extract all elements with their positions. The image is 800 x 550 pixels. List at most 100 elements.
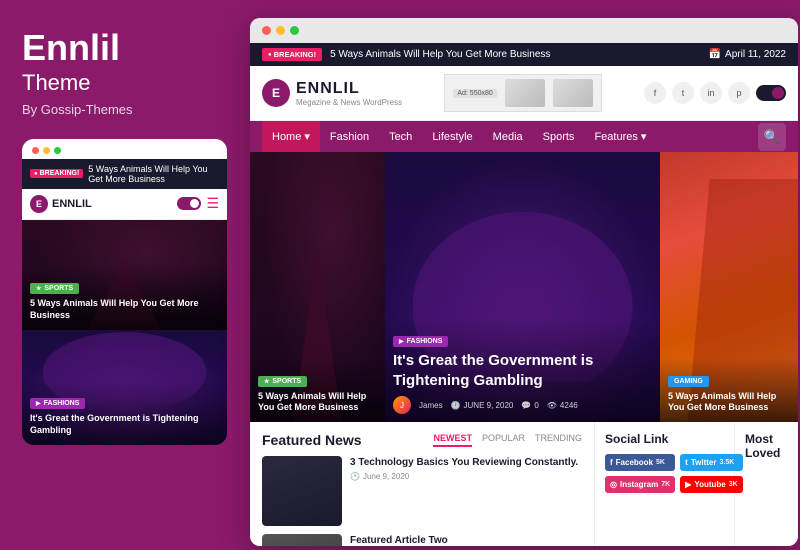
news-thumb-2 — [262, 534, 342, 546]
mobile-sports-title: 5 Ways Animals Will Help You Get More Bu… — [30, 298, 219, 321]
right-article-overlay: GAMING 5 Ways Animals Will Help You Get … — [660, 358, 798, 422]
ad-thumbnail — [505, 79, 545, 107]
site-logo-sub: Megazine & News WordPress — [296, 98, 402, 107]
instagram-count: 7K — [661, 481, 670, 488]
news-item-title-2: Featured Article Two — [350, 534, 582, 546]
social-links-grid: f Facebook 5K t Twitter 3.5K ◎ Instagram… — [605, 454, 724, 493]
featured-article-center[interactable]: FASHIONS It's Great the Government is Ti… — [385, 152, 660, 422]
mobile-breaking-bar: BREAKING! 5 Ways Animals Will Help You G… — [22, 159, 227, 189]
mobile-logo: E ENNLIL — [30, 195, 92, 213]
search-button[interactable]: 🔍 — [758, 123, 786, 151]
twitter-label: Twitter — [691, 458, 717, 467]
browser-dot-red[interactable] — [262, 26, 271, 35]
nav-features[interactable]: Features ▾ — [584, 121, 656, 152]
right-article-title: 5 Ways Animals Will Help You Get More Bu… — [668, 391, 790, 414]
dark-mode-toggle[interactable] — [756, 85, 786, 101]
ad-thumbnail-2 — [553, 79, 593, 107]
browser-dot-yellow[interactable] — [276, 26, 285, 35]
news-item-title-1: 3 Technology Basics You Reviewing Consta… — [350, 456, 582, 469]
featured-article-left[interactable]: SPORTS 5 Ways Animals Will Help You Get … — [250, 152, 385, 422]
facebook-label: Facebook — [616, 458, 653, 467]
breaking-badge: BREAKING! — [262, 48, 322, 61]
mobile-fashions-overlay: FASHIONS It's Great the Government is Ti… — [22, 380, 227, 444]
nav-home[interactable]: Home ▾ — [262, 121, 320, 152]
featured-article-right[interactable]: GAMING 5 Ways Animals Will Help You Get … — [660, 152, 798, 422]
most-loved-column: Most Loved — [735, 422, 798, 546]
ad-banner: Ad: 550x80 — [444, 74, 601, 112]
nav-tech[interactable]: Tech — [379, 122, 422, 152]
mobile-header-right: ☰ — [177, 195, 219, 212]
brand-title: Ennlil — [22, 28, 226, 68]
mobile-logo-icon: E — [30, 195, 48, 213]
brand-by: By Gossip-Themes — [22, 102, 226, 117]
twitter-icon-btn[interactable]: t — [672, 82, 694, 104]
instagram-icon-btn[interactable]: in — [700, 82, 722, 104]
mobile-toggle[interactable] — [177, 197, 201, 210]
nav-sports[interactable]: Sports — [533, 122, 585, 152]
left-sports-badge: SPORTS — [258, 376, 307, 387]
tab-trending[interactable]: TRENDING — [535, 433, 582, 447]
instagram-icon: ◎ — [610, 480, 617, 489]
news-items-list: 3 Technology Basics You Reviewing Consta… — [262, 456, 582, 546]
site-header: E ENNLIL Megazine & News WordPress Ad: 5… — [250, 66, 798, 121]
article-comments: 💬 0 — [521, 401, 538, 410]
article-meta: J James 🕐 JUNE 9, 2020 💬 0 👁 4246 — [393, 396, 652, 414]
mobile-breaking-badge: BREAKING! — [30, 169, 83, 178]
featured-news-title: Featured News — [262, 432, 362, 448]
breaking-bar-left: BREAKING! 5 Ways Animals Will Help You G… — [262, 48, 550, 61]
site-logo-icon: E — [262, 79, 290, 107]
mobile-logo-text: ENNLIL — [52, 198, 92, 210]
left-panel: Ennlil Theme By Gossip-Themes BREAKING! … — [0, 0, 248, 550]
mobile-sports-badge: SPORTS — [30, 283, 79, 294]
dot-yellow — [43, 147, 50, 154]
facebook-icon-btn[interactable]: f — [644, 82, 666, 104]
center-fashions-badge: FASHIONS — [393, 336, 448, 347]
dot-green — [54, 147, 61, 154]
article-views: 👁 4246 — [547, 401, 578, 410]
mobile-image-sports: SPORTS 5 Ways Animals Will Help You Get … — [22, 220, 227, 330]
ad-label: Ad: 550x80 — [453, 89, 496, 98]
nav-lifestyle[interactable]: Lifestyle — [422, 122, 482, 152]
browser-dot-green[interactable] — [290, 26, 299, 35]
main-content-area: SPORTS 5 Ways Animals Will Help You Get … — [250, 152, 798, 422]
breaking-text: 5 Ways Animals Will Help You Get More Bu… — [330, 49, 550, 60]
calendar-icon: 📅 — [709, 49, 721, 60]
bottom-section: Featured News NEWEST POPULAR TRENDING 3 … — [250, 422, 798, 546]
mobile-fashions-badge: FASHIONS — [30, 398, 85, 409]
news-thumb-1 — [262, 456, 342, 526]
mobile-preview-card: BREAKING! 5 Ways Animals Will Help You G… — [22, 139, 227, 445]
facebook-icon: f — [610, 458, 613, 467]
nav-fashion[interactable]: Fashion — [320, 122, 379, 152]
instagram-link[interactable]: ◎ Instagram 7K — [605, 476, 675, 493]
nav-media[interactable]: Media — [483, 122, 533, 152]
youtube-link[interactable]: ▶ Youtube 3K — [680, 476, 743, 493]
site-logo-name: ENNLIL — [296, 80, 402, 98]
tab-newest[interactable]: NEWEST — [433, 433, 472, 447]
twitter-link[interactable]: t Twitter 3.5K — [680, 454, 743, 471]
left-article-title: 5 Ways Animals Will Help You Get More Bu… — [258, 391, 377, 414]
breaking-date-text: April 11, 2022 — [725, 49, 786, 60]
breaking-news-bar: BREAKING! 5 Ways Animals Will Help You G… — [250, 43, 798, 66]
facebook-link[interactable]: f Facebook 5K — [605, 454, 675, 471]
youtube-count: 3K — [729, 481, 738, 488]
browser-window: BREAKING! 5 Ways Animals Will Help You G… — [250, 18, 798, 546]
social-link-column: Social Link f Facebook 5K t Twitter 3.5K… — [595, 422, 735, 546]
featured-news-column: Featured News NEWEST POPULAR TRENDING 3 … — [250, 422, 595, 546]
brand-subtitle: Theme — [22, 70, 226, 96]
news-item[interactable]: 3 Technology Basics You Reviewing Consta… — [262, 456, 582, 526]
news-item-2[interactable]: Featured Article Two June 9, 2020 — [262, 534, 582, 546]
mobile-sports-overlay: SPORTS 5 Ways Animals Will Help You Get … — [22, 265, 227, 329]
pinterest-icon-btn[interactable]: p — [728, 82, 750, 104]
header-social-icons: f t in p — [644, 82, 786, 104]
hamburger-icon[interactable]: ☰ — [206, 195, 219, 212]
instagram-label: Instagram — [620, 480, 658, 489]
most-loved-title: Most Loved — [745, 432, 788, 460]
mobile-header: E ENNLIL ☰ — [22, 189, 227, 220]
dot-red — [32, 147, 39, 154]
news-item-content-2: Featured Article Two June 9, 2020 — [350, 534, 582, 546]
news-item-date-1: June 9, 2020 — [350, 472, 582, 481]
youtube-icon: ▶ — [685, 480, 691, 489]
facebook-count: 5K — [656, 459, 665, 466]
tab-popular[interactable]: POPULAR — [482, 433, 525, 447]
center-article-overlay: FASHIONS It's Great the Government is Ti… — [385, 318, 660, 422]
